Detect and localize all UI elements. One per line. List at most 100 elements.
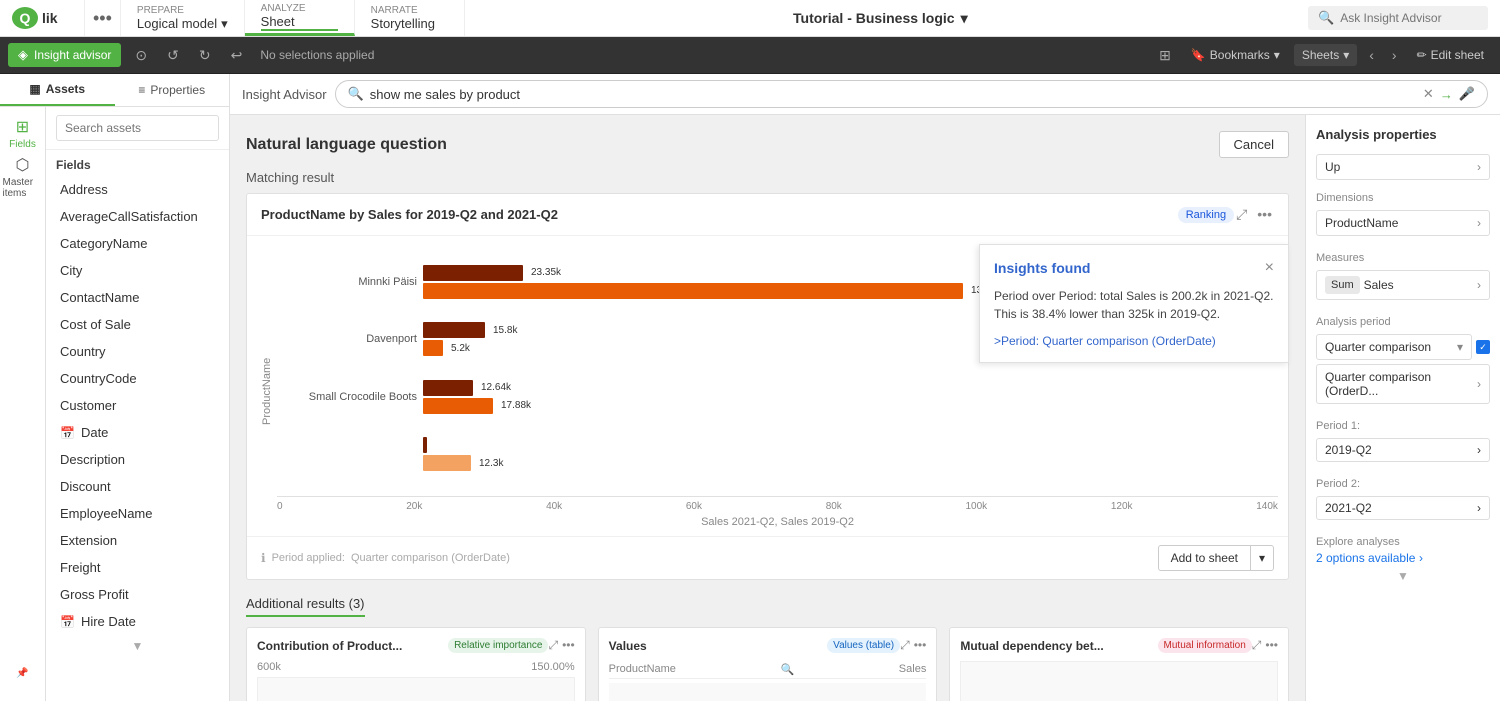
field-item-customer[interactable]: Customer xyxy=(46,392,229,419)
analysis-period-sub-item[interactable]: Quarter comparison (OrderD... › xyxy=(1316,364,1490,404)
undo-btn[interactable]: ↩ xyxy=(225,43,249,68)
ia-clear-btn[interactable]: ✕ xyxy=(1423,86,1434,102)
main-chart-card: ProductName by Sales for 2019-Q2 and 202… xyxy=(246,193,1289,580)
field-item-freight[interactable]: Freight xyxy=(46,554,229,581)
period-applied-value: Quarter comparison (OrderDate) xyxy=(351,552,510,564)
field-item-countrycode[interactable]: CountryCode xyxy=(46,365,229,392)
bar-3a xyxy=(423,380,473,396)
field-item-cost-of-sale[interactable]: Cost of Sale xyxy=(46,311,229,338)
sheets-chevron: ▾ xyxy=(1343,48,1349,62)
search-assets-input[interactable] xyxy=(56,115,219,141)
chart-placeholder-2 xyxy=(609,683,927,701)
measures-item[interactable]: Sum Sales › xyxy=(1316,270,1490,300)
field-item-date[interactable]: 📅Date xyxy=(46,419,229,446)
insights-close-btn[interactable]: × xyxy=(1265,259,1274,277)
chart-placeholder-3 xyxy=(960,661,1278,701)
analysis-period-checkbox[interactable]: ✓ xyxy=(1476,340,1490,354)
expand-small-1-icon[interactable]: ⤢ xyxy=(548,638,558,653)
prev-sheet-btn[interactable]: ‹ xyxy=(1363,43,1380,67)
insights-title: Insights found xyxy=(994,260,1090,276)
period2-value[interactable]: 2021-Q2 › xyxy=(1316,496,1490,520)
ia-mic-btn[interactable]: 🎤 xyxy=(1459,86,1475,102)
more-small-2-icon[interactable]: ••• xyxy=(914,638,927,653)
sheets-btn[interactable]: Sheets ▾ xyxy=(1294,44,1357,66)
ia-submit-btn[interactable]: → xyxy=(1440,87,1453,102)
search-icon: 🔍 xyxy=(1318,10,1334,26)
expand-small-3-icon[interactable]: ⤢ xyxy=(1252,638,1262,653)
back-btn[interactable]: ↺ xyxy=(161,43,185,68)
more-small-3-icon[interactable]: ••• xyxy=(1265,638,1278,653)
more-options-btn[interactable]: ••• xyxy=(85,0,121,36)
chart-placeholder-1 xyxy=(257,677,575,701)
add-to-sheet-main-btn[interactable]: Add to sheet xyxy=(1158,545,1250,571)
field-item-categoryname[interactable]: CategoryName xyxy=(46,230,229,257)
up-dropdown[interactable]: Up › xyxy=(1316,154,1490,180)
more-small-1-icon[interactable]: ••• xyxy=(562,638,575,653)
field-item-averagecallsatisfaction[interactable]: AverageCallSatisfaction xyxy=(46,203,229,230)
app-title: Tutorial - Business logic ▾ xyxy=(465,0,1296,36)
dimensions-product-name[interactable]: ProductName › xyxy=(1316,210,1490,236)
edit-sheet-btn[interactable]: ✏ Edit sheet xyxy=(1409,44,1492,66)
period1-value[interactable]: 2019-Q2 › xyxy=(1316,438,1490,462)
next-sheet-btn[interactable]: › xyxy=(1386,43,1403,67)
narrate-section[interactable]: Narrate Storytelling xyxy=(355,0,465,36)
ia-search-box[interactable]: 🔍 ✕ → 🎤 xyxy=(335,80,1488,108)
field-item-gross-profit[interactable]: Gross Profit xyxy=(46,581,229,608)
grid-view-btn[interactable]: ⊞ xyxy=(1153,43,1177,68)
insight-advisor-btn[interactable]: ◈ Insight advisor xyxy=(8,43,121,67)
ia-search-input[interactable] xyxy=(370,87,1417,102)
main-area: ▦ Assets ≡ Properties ⊞ Fields ⬡ Master … xyxy=(0,74,1500,701)
period1-section: Period 1: 2019-Q2 › xyxy=(1316,420,1490,462)
sidebar-item-fields[interactable]: ⊞ Fields xyxy=(3,113,43,153)
title-chevron-icon[interactable]: ▾ xyxy=(961,10,968,27)
bar-label-1: Minnki Päisi xyxy=(277,276,417,288)
qlik-logo: Q lik xyxy=(12,7,72,29)
cancel-btn[interactable]: Cancel xyxy=(1219,131,1289,158)
insights-period-link[interactable]: >Period: Quarter comparison (OrderDate) xyxy=(994,334,1216,348)
info-icon: ℹ xyxy=(261,551,266,565)
analysis-period-dropdown[interactable]: Quarter comparison ▾ xyxy=(1316,334,1472,360)
sidebar-item-master[interactable]: ⬡ Master items xyxy=(3,157,43,197)
bookmarks-btn[interactable]: 🔖 Bookmarks ▾ xyxy=(1183,44,1288,66)
field-item-discount[interactable]: Discount xyxy=(46,473,229,500)
prepare-label: Prepare xyxy=(137,5,228,16)
x-axis-ticks: 0 20k 40k 60k 80k 100k 120k 140k xyxy=(277,496,1278,512)
forward-btn[interactable]: ↻ xyxy=(193,43,217,68)
add-to-sheet-dropdown-btn[interactable]: ▾ xyxy=(1250,545,1274,571)
tab-assets[interactable]: ▦ Assets xyxy=(0,74,115,106)
smart-search-btn[interactable]: ⊙ xyxy=(129,43,153,68)
expand-small-2-icon[interactable]: ⤢ xyxy=(900,638,910,653)
right-scroll-arrow-icon: ▼ xyxy=(1397,569,1409,583)
tab-properties[interactable]: ≡ Properties xyxy=(115,74,230,106)
field-item-employeename[interactable]: EmployeeName xyxy=(46,500,229,527)
analysis-period-chevron-icon: ▾ xyxy=(1457,340,1463,354)
x-tick-80k: 80k xyxy=(826,501,842,512)
pin-icon: 📌 xyxy=(16,668,28,679)
field-item-country[interactable]: Country xyxy=(46,338,229,365)
analyze-section[interactable]: Analyze Sheet xyxy=(245,0,355,36)
scroll-down-indicator[interactable]: ▼ xyxy=(46,635,229,657)
field-item-description[interactable]: Description xyxy=(46,446,229,473)
logo-area[interactable]: Q lik xyxy=(0,0,85,36)
expand-chart-icon[interactable]: ⤢ xyxy=(1234,204,1249,225)
small-cards-row: Contribution of Product... Relative impo… xyxy=(246,627,1289,701)
explore-link[interactable]: 2 options available xyxy=(1316,551,1415,565)
field-item-hire-date[interactable]: 📅Hire Date xyxy=(46,608,229,635)
up-dropdown-arrow-icon: › xyxy=(1477,160,1481,174)
right-panel-scroll-down[interactable]: ▼ xyxy=(1316,565,1490,587)
prepare-section[interactable]: Prepare Logical model ▾ xyxy=(121,0,245,36)
sidebar-pin-btn[interactable]: 📌 xyxy=(3,653,43,693)
left-panel-inner: ⊞ Fields ⬡ Master items 📌 Fields xyxy=(0,107,229,701)
chart-more-options-icon[interactable]: ••• xyxy=(1255,204,1274,225)
ask-ia-input-field[interactable] xyxy=(1340,11,1478,25)
field-item-contactname[interactable]: ContactName xyxy=(46,284,229,311)
ask-ia-search[interactable]: 🔍 xyxy=(1308,6,1488,30)
field-item-address[interactable]: Address xyxy=(46,176,229,203)
field-item-extension[interactable]: Extension xyxy=(46,527,229,554)
fields-list: Fields AddressAverageCallSatisfactionCat… xyxy=(46,107,229,701)
explore-arrow-icon[interactable]: › xyxy=(1419,551,1423,565)
small-card-1-badge: Relative importance xyxy=(448,638,548,653)
prepare-chevron: ▾ xyxy=(221,16,228,32)
small-card-2-icons: ⤢ ••• xyxy=(900,638,926,653)
field-item-city[interactable]: City xyxy=(46,257,229,284)
